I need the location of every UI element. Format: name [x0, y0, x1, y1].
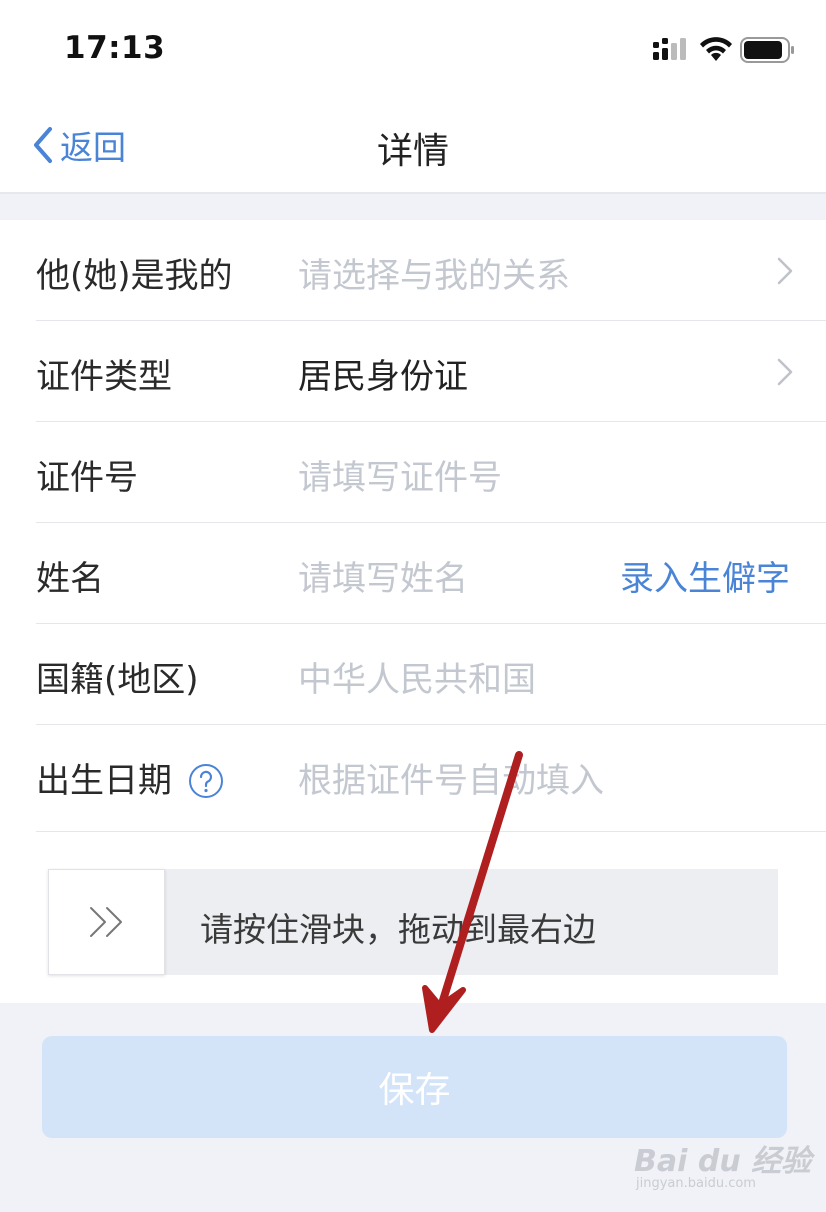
- nationality-label: 国籍(地区): [36, 660, 199, 700]
- birth-date-value: 根据证件号自动填入: [298, 761, 604, 801]
- relationship-row[interactable]: 他(她)是我的 请选择与我的关系: [36, 220, 826, 321]
- slider-handle[interactable]: [48, 869, 165, 975]
- rare-character-link[interactable]: 录入生僻字: [620, 551, 790, 600]
- birth-date-label: 出生日期: [36, 761, 172, 801]
- slider-hint: 请按住滑块，拖动到最右边: [200, 910, 596, 949]
- page-title: 详情: [376, 131, 449, 172]
- id-type-label: 证件类型: [36, 357, 172, 397]
- save-button[interactable]: 保存: [42, 1036, 787, 1138]
- name-input[interactable]: 请填写姓名: [298, 551, 468, 600]
- chevron-right-icon: [777, 257, 793, 285]
- name-row: 姓名 请填写姓名 录入生僻字: [36, 523, 826, 624]
- chevron-right-icon: [777, 358, 793, 386]
- birth-date-row: 出生日期 根据证件号自动填入: [36, 725, 826, 832]
- id-type-row[interactable]: 证件类型 居民身份证: [36, 321, 826, 422]
- slider-captcha[interactable]: 请按住滑块，拖动到最右边: [48, 869, 778, 975]
- id-type-select[interactable]: 居民身份证: [298, 349, 468, 398]
- id-number-input[interactable]: 请填写证件号: [298, 450, 502, 499]
- status-bar: 17:13: [0, 0, 826, 96]
- wifi-icon: [700, 37, 732, 61]
- name-label: 姓名: [36, 559, 104, 599]
- status-time: 17:13: [64, 30, 166, 66]
- id-number-label: 证件号: [36, 458, 138, 498]
- screen: 17:13 返回 详情 他(她)是我的 请选择与我的关系 证件类型 居民身份证 …: [0, 0, 826, 1212]
- watermark-sub: jingyan.baidu.com: [636, 1176, 756, 1191]
- relationship-select[interactable]: 请选择与我的关系: [298, 248, 570, 297]
- relationship-label: 他(她)是我的: [36, 256, 233, 296]
- help-icon[interactable]: [188, 763, 224, 799]
- watermark-text: Bai du 经验: [634, 1144, 812, 1179]
- nationality-row: 国籍(地区) 中华人民共和国: [36, 624, 826, 725]
- nationality-value: 中华人民共和国: [298, 660, 536, 700]
- signal-icon: [653, 38, 686, 60]
- id-number-row: 证件号 请填写证件号: [36, 422, 826, 523]
- double-chevron-icon: [89, 907, 122, 937]
- battery-icon: [740, 37, 794, 63]
- nav-bar: 返回 详情: [0, 96, 826, 194]
